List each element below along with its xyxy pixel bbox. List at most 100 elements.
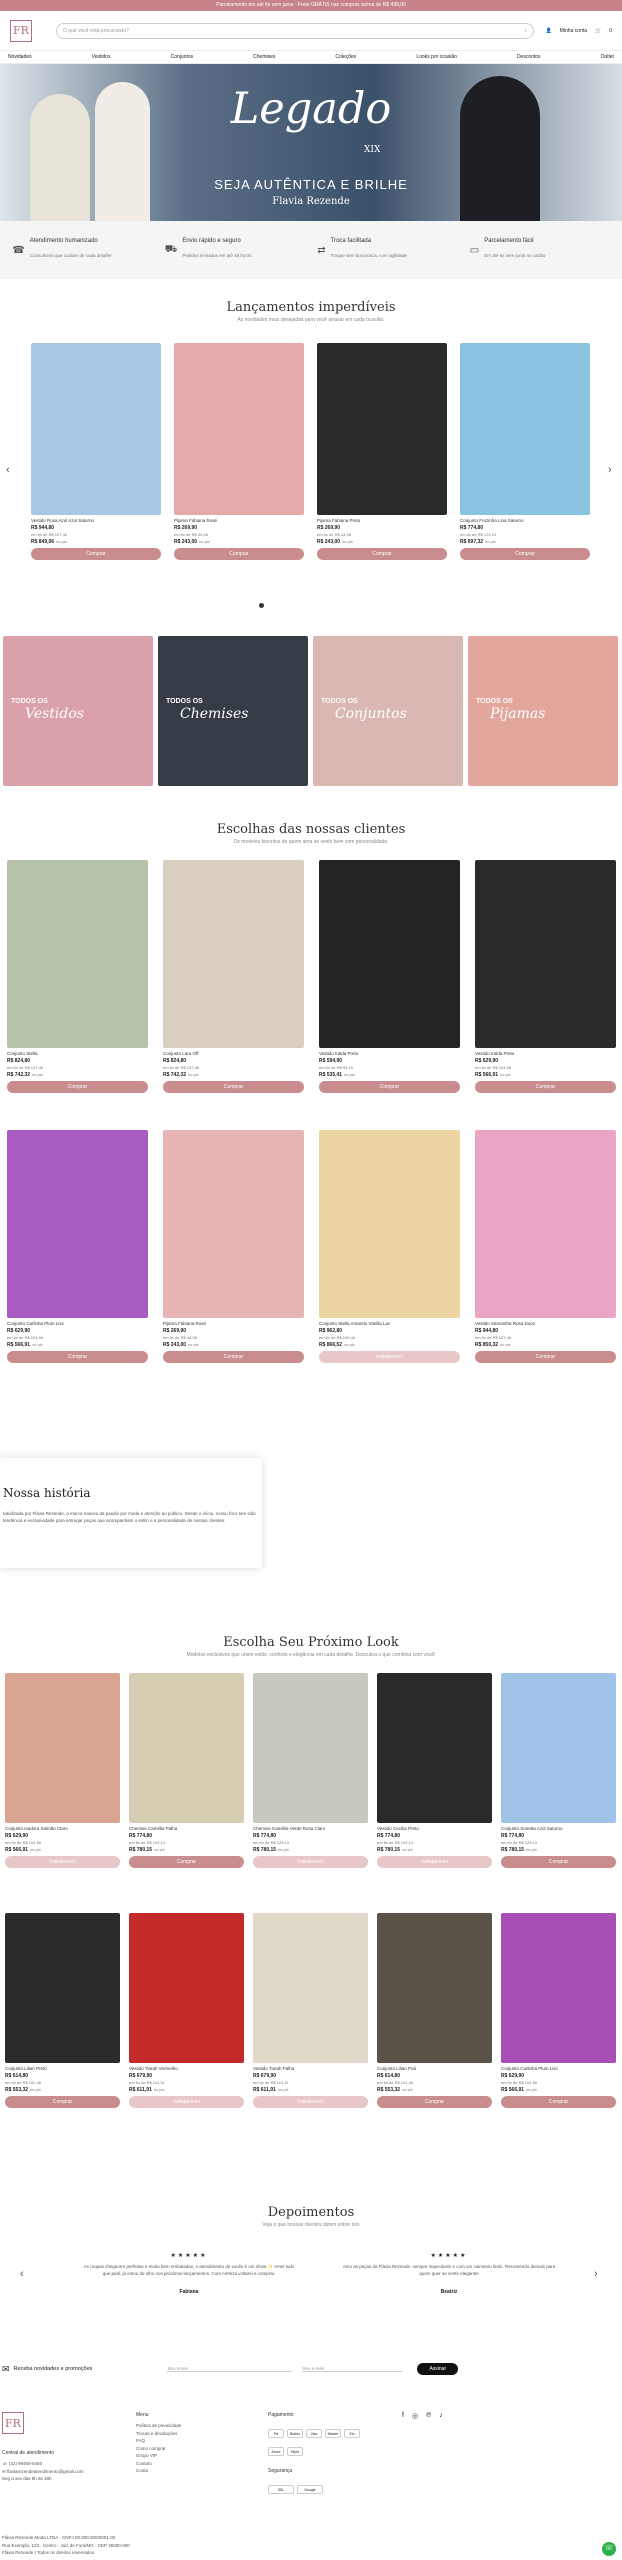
product-name[interactable]: Conjunto Carlinha Plum Liss [7,1321,148,1326]
buy-button[interactable]: Comprar [460,548,590,560]
product-image[interactable] [31,343,161,515]
pinterest-icon[interactable]: ℗ [426,2412,431,2420]
search-input[interactable]: O que você está procurando? ⌕ [56,22,534,39]
product-image[interactable] [5,1673,120,1823]
product-card[interactable]: Conjunto Stella Amarelo Vanilla Lac R$ 96… [319,1130,460,1363]
product-image[interactable] [174,343,304,515]
category-banner[interactable]: TODOS OS Pijamas [468,636,618,786]
buy-button[interactable]: Comprar [501,2096,616,2108]
product-image[interactable] [253,1913,368,2063]
product-name[interactable]: Vestido Samantha Rosa Doce [475,1321,616,1326]
product-card[interactable]: Conjunto Sonetta Azul Saturno R$ 774,80 em… [501,1673,616,1868]
product-card[interactable]: Conjunto Stella R$ 824,80 em 6x de R$ 137,… [7,860,148,1093]
product-name[interactable]: Pijama Fabiana Preto [317,518,447,523]
buy-button[interactable]: Comprar [31,548,161,560]
product-name[interactable]: Vestido Cecília Preto [377,1826,492,1831]
buy-button[interactable]: Indisponível [377,1856,492,1868]
nav-item-1[interactable]: Vestidos [92,54,111,60]
footer-menu-link[interactable]: Política de privacidade [136,2422,181,2430]
product-name[interactable]: Conjunto Lilian Preto [5,2066,120,2071]
nav-item-4[interactable]: Coleções [335,54,356,60]
product-name[interactable]: Conjunto Isadora Salmão Claro [5,1826,120,1831]
product-card[interactable]: Conjunto Isadora Salmão Claro R$ 629,90 em… [5,1673,120,1868]
newsletter-email-input[interactable]: Seu e-mail [302,2366,403,2372]
footer-menu-link[interactable]: Trocas e devoluções [136,2430,181,2438]
buy-button[interactable]: Comprar [501,1856,616,1868]
product-name[interactable]: Conjunto Sonetta Azul Saturno [501,1826,616,1831]
product-image[interactable] [253,1673,368,1823]
buy-button[interactable]: Comprar [475,1351,616,1363]
product-image[interactable] [377,1913,492,2063]
product-name[interactable]: Chemise Camélia Verde Rosa Claro [253,1826,368,1831]
footer-menu-link[interactable]: Grupo VIP [136,2452,181,2460]
facebook-icon[interactable]: f [402,2412,404,2420]
footer-menu-link[interactable]: FAQ [136,2437,181,2445]
carousel-prev-icon[interactable]: ‹ [6,464,10,476]
testimonials-prev-icon[interactable]: ‹ [20,2268,24,2280]
footer-email[interactable]: flaviarezendeatendimento@gmail.com [7,2469,84,2474]
product-card[interactable]: Conjunto Lilian Poá R$ 614,80 em 6x de R$ … [377,1913,492,2108]
buy-button[interactable]: Indisponível [253,1856,368,1868]
instagram-icon[interactable]: ◎ [412,2412,418,2420]
carousel-dot[interactable] [259,603,264,608]
product-image[interactable] [501,1913,616,2063]
footer-menu-link[interactable]: Conta [136,2467,181,2475]
footer-phone[interactable]: (32) 99468-5450 [9,2461,42,2466]
footer-menu-link[interactable]: Como comprar [136,2445,181,2453]
product-image[interactable] [163,860,304,1048]
product-name[interactable]: Pijama Fabiana Rosé [163,1321,304,1326]
product-name[interactable]: Vestido Tiarah Palha [253,2066,368,2071]
product-image[interactable] [475,1130,616,1318]
product-card[interactable]: Chemise Camélia Palha R$ 774,80 em 6x de R… [129,1673,244,1868]
testimonials-next-icon[interactable]: › [594,2268,598,2280]
product-card[interactable]: Conjunto Lara Off R$ 824,80 em 6x de R$ 13… [163,860,304,1093]
product-card[interactable]: Vestido Samantha Rosa Doce R$ 944,80 em 6x… [475,1130,616,1363]
hero-banner[interactable]: Legado XIX SEJA AUTÊNTICA E BRILHE Flavi… [0,64,622,221]
search-icon[interactable]: ⌕ [524,28,527,34]
product-name[interactable]: Pijama Fabiana Rosé [174,518,304,523]
buy-button[interactable]: Comprar [7,1081,148,1093]
product-card[interactable]: Vestido Cecília Preto R$ 774,80 em 6x de R… [377,1673,492,1868]
product-image[interactable] [460,343,590,515]
product-name[interactable]: Conjunto Stella [7,1051,148,1056]
product-name[interactable]: Vestido Iralda Preto [475,1051,616,1056]
product-name[interactable]: Conjunto Carlinha Plum Liss [501,2066,616,2071]
buy-button[interactable]: Comprar [317,548,447,560]
carousel-next-icon[interactable]: › [608,464,612,476]
buy-button[interactable]: Comprar [7,1351,148,1363]
product-image[interactable] [319,1130,460,1318]
product-name[interactable]: Conjunto Fruzinha Lina Saturno [460,518,590,523]
product-card[interactable]: Pijama Fabiana Rosé R$ 269,90 em 6x de R$ … [163,1130,304,1363]
product-name[interactable]: Vestido Iralda Preto [319,1051,460,1056]
product-card[interactable]: Conjunto Carlinha Plum Liss R$ 629,90 em 6… [7,1130,148,1363]
product-image[interactable] [377,1673,492,1823]
product-image[interactable] [501,1673,616,1823]
newsletter-name-input[interactable]: Seu nome [167,2366,293,2372]
nav-item-7[interactable]: Outlet [601,54,614,60]
product-image[interactable] [129,1673,244,1823]
whatsapp-float-icon[interactable]: ☏ [602,2542,616,2556]
footer-menu-link[interactable]: Contato [136,2460,181,2468]
product-card[interactable]: Vestido Iralda Preto R$ 594,90 em 6x de R$… [319,860,460,1093]
product-name[interactable]: Vestido Tiarah Vermelho [129,2066,244,2071]
product-image[interactable] [163,1130,304,1318]
product-image[interactable] [5,1913,120,2063]
product-name[interactable]: Conjunto Stella Amarelo Vanilla Lac [319,1321,460,1326]
nav-item-3[interactable]: Chemises [253,54,275,60]
buy-button[interactable]: Indisponível [5,1856,120,1868]
product-image[interactable] [129,1913,244,2063]
product-card[interactable]: Conjunto Fruzinha Lina Saturno R$ 774,80 e… [460,343,590,560]
product-card[interactable]: Vestido Iralda Preto R$ 629,90 em 6x de R$… [475,860,616,1093]
nav-item-5[interactable]: Looks por ocasião [416,54,457,60]
nav-item-6[interactable]: Descontos [517,54,541,60]
product-card[interactable]: Vestido Tiarah Vermelho R$ 679,90 em 6x de… [129,1913,244,2108]
account-link[interactable]: Minha conta [560,28,587,34]
category-banner[interactable]: TODOS OS Conjuntos [313,636,463,786]
product-name[interactable]: Chemise Camélia Palha [129,1826,244,1831]
product-card[interactable]: Vestido Rosa Azul Azul Saturno R$ 944,80 e… [31,343,161,560]
nav-item-0[interactable]: Novidades [8,54,32,60]
brand-logo[interactable]: FR [10,19,32,42]
category-banner[interactable]: TODOS OS Vestidos [3,636,153,786]
cart-icon[interactable]: 🛒 [595,28,601,34]
nav-item-2[interactable]: Conjuntos [171,54,194,60]
